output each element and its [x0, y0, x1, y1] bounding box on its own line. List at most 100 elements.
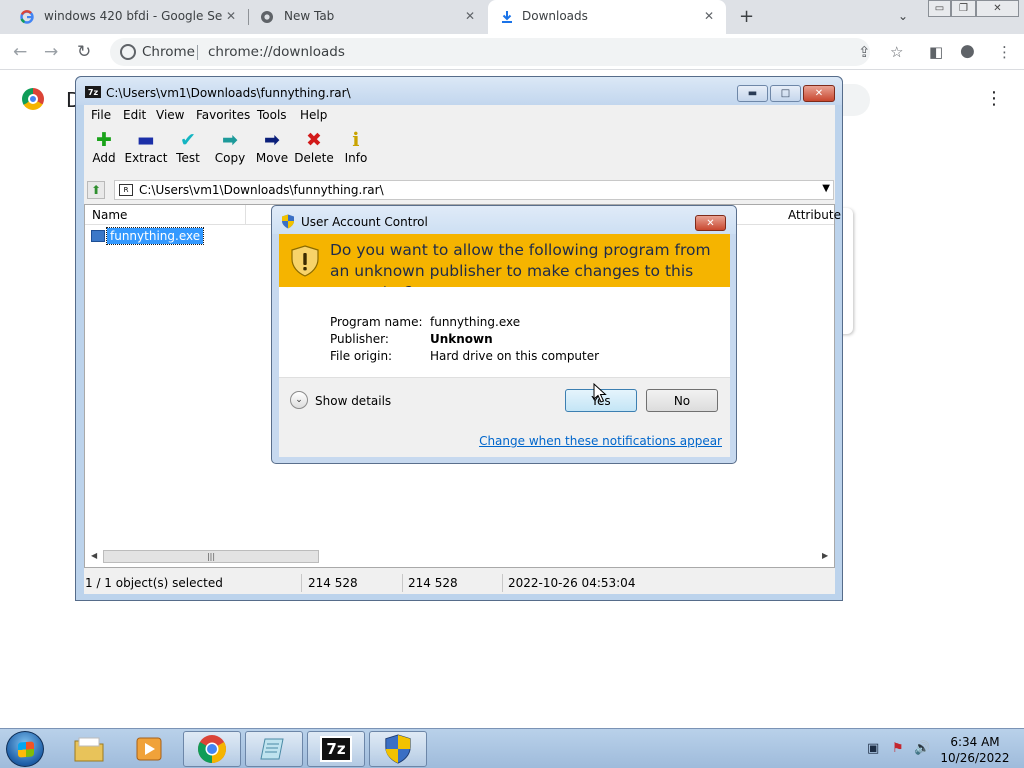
window-minimize-button[interactable]: ▭ [928, 0, 951, 17]
chevron-down-icon[interactable]: ⌄ [290, 391, 308, 409]
sevenzip-address-field[interactable]: R C:\Users\vm1\Downloads\funnything.rar\… [114, 180, 834, 200]
chrome-menu-icon[interactable]: ⋮ [997, 43, 1012, 61]
archive-icon: R [119, 184, 133, 196]
test-label: Test [176, 151, 200, 165]
delete-label: Delete [294, 151, 334, 165]
address-bar[interactable]: Chrome chrome://downloads [110, 38, 870, 66]
extract-button[interactable]: ▬ Extract [122, 129, 170, 173]
downloads-menu-icon[interactable]: ⋮ [985, 88, 1003, 109]
status-separator [301, 574, 302, 592]
minimize-button[interactable]: ▬ [737, 85, 768, 102]
status-separator [402, 574, 403, 592]
status-selection: 1 / 1 object(s) selected [85, 576, 223, 590]
action-center-flag-icon[interactable]: ⚑ [892, 741, 904, 756]
tab-downloads[interactable]: Downloads ✕ [488, 0, 726, 34]
add-button[interactable]: ✚ Add [80, 129, 128, 173]
taskbar-chrome[interactable] [183, 731, 241, 767]
tab-new-tab[interactable]: New Tab ✕ [240, 0, 486, 34]
tab-title: windows 420 bfdi - Google Searc [44, 9, 222, 23]
site-info-icon[interactable] [120, 44, 136, 60]
share-icon[interactable]: ⇪ [858, 43, 871, 61]
side-panel-icon[interactable]: ◧ [929, 43, 943, 61]
taskbar-7zip[interactable]: 7z [307, 731, 365, 767]
uac-titlebar[interactable]: User Account Control ✕ [272, 206, 736, 234]
bookmark-star-icon[interactable]: ☆ [890, 43, 903, 61]
table-row[interactable]: funnything.exe [91, 226, 205, 245]
menu-view[interactable]: View [156, 108, 184, 122]
uac-warning-banner: Do you want to allow the following progr… [279, 234, 730, 301]
tab-google-search[interactable]: windows 420 bfdi - Google Searc ✕ [0, 0, 246, 34]
taskbar-uac-consent[interactable] [369, 731, 427, 767]
menu-tools[interactable]: Tools [257, 108, 287, 122]
uac-dialog: User Account Control ✕ Do you want to al… [271, 205, 737, 464]
reload-button[interactable]: ↻ [77, 42, 91, 62]
show-details-label[interactable]: Show details [315, 394, 391, 408]
scroll-right-icon[interactable]: ▶ [822, 551, 828, 560]
sevenzip-statusbar: 1 / 1 object(s) selected 214 528 214 528… [84, 572, 835, 594]
horizontal-scrollbar[interactable]: ◀ ||| ▶ [87, 549, 832, 565]
status-size: 214 528 [308, 576, 358, 590]
sevenzip-address-row: ⬆ R C:\Users\vm1\Downloads\funnything.ra… [84, 178, 835, 202]
tab-title: Downloads [522, 9, 588, 23]
move-button[interactable]: ➡ Move [248, 129, 296, 173]
sevenzip-toolbar: ✚ Add ▬ Extract ✔ Test ➡ Copy ➡ Move ✖ D… [84, 125, 835, 176]
scrollbar-thumb[interactable]: ||| [103, 550, 319, 563]
taskbar-media-player[interactable] [120, 731, 178, 767]
tab-strip: windows 420 bfdi - Google Searc ✕ New Ta… [0, 0, 1024, 34]
menu-file[interactable]: File [91, 108, 111, 122]
program-name-value: funnything.exe [430, 315, 521, 329]
clock-date: 10/26/2022 [940, 751, 1010, 765]
close-icon[interactable]: ✕ [465, 9, 475, 23]
close-icon[interactable]: ✕ [226, 9, 236, 23]
profile-avatar-icon[interactable]: ● [960, 41, 975, 61]
file-origin-label: File origin: [330, 349, 393, 363]
sevenzip-app-icon: 7z [85, 86, 101, 98]
delete-button[interactable]: ✖ Delete [290, 129, 338, 173]
system-clock[interactable]: 6:34 AM 10/26/2022 [940, 734, 1010, 766]
chevron-down-icon[interactable]: ▼ [822, 183, 830, 194]
taskbar-explorer[interactable] [60, 731, 118, 767]
no-button[interactable]: No [646, 389, 718, 412]
url-text[interactable]: chrome://downloads [208, 44, 345, 60]
close-button[interactable]: ✕ [695, 215, 726, 231]
move-label: Move [255, 151, 289, 165]
window-maximize-button[interactable]: ❐ [951, 0, 976, 17]
browser-toolbar: ← → ↻ Chrome chrome://downloads ⇪ ☆ ◧ ● … [0, 34, 1024, 70]
notepad-icon [260, 738, 284, 760]
volume-icon[interactable]: 🔊 [914, 741, 930, 756]
sevenzip-titlebar[interactable]: 7z C:\Users\vm1\Downloads\funnything.rar… [76, 77, 842, 105]
column-attributes[interactable]: Attribute [788, 208, 841, 222]
menu-favorites[interactable]: Favorites [196, 108, 250, 122]
menu-edit[interactable]: Edit [123, 108, 146, 122]
uac-content: Do you want to allow the following progr… [279, 234, 730, 457]
close-icon[interactable]: ✕ [704, 9, 714, 23]
program-name-label: Program name: [330, 315, 423, 329]
publisher-value: Unknown [430, 332, 493, 346]
window-close-button[interactable]: ✕ [976, 0, 1019, 17]
start-button[interactable] [6, 731, 44, 767]
folder-up-icon[interactable]: ⬆ [87, 181, 105, 199]
copy-button[interactable]: ➡ Copy [206, 129, 254, 173]
info-button[interactable]: ℹ Info [332, 129, 380, 173]
change-notifications-link[interactable]: Change when these notifications appear [479, 434, 722, 448]
test-button[interactable]: ✔ Test [164, 129, 212, 173]
status-separator [502, 574, 503, 592]
column-separator [245, 205, 246, 225]
scroll-left-icon[interactable]: ◀ [91, 551, 97, 560]
status-modified: 2022-10-26 04:53:04 [508, 576, 636, 590]
chrome-icon [198, 735, 226, 763]
close-button[interactable]: ✕ [803, 85, 835, 102]
info-icon: ℹ [352, 129, 360, 151]
network-icon[interactable]: ▣ [867, 741, 879, 756]
file-name: funnything.exe [105, 226, 205, 245]
new-tab-button[interactable]: + [739, 6, 754, 27]
tab-search-button[interactable]: ⌄ [898, 9, 908, 23]
taskbar-notepad[interactable] [245, 731, 303, 767]
back-button[interactable]: ← [13, 42, 27, 62]
google-g-icon [20, 10, 34, 24]
column-name[interactable]: Name [92, 208, 127, 222]
forward-button[interactable]: → [44, 42, 58, 62]
media-player-icon [136, 737, 162, 761]
menu-help[interactable]: Help [300, 108, 327, 122]
maximize-button[interactable]: □ [770, 85, 801, 102]
